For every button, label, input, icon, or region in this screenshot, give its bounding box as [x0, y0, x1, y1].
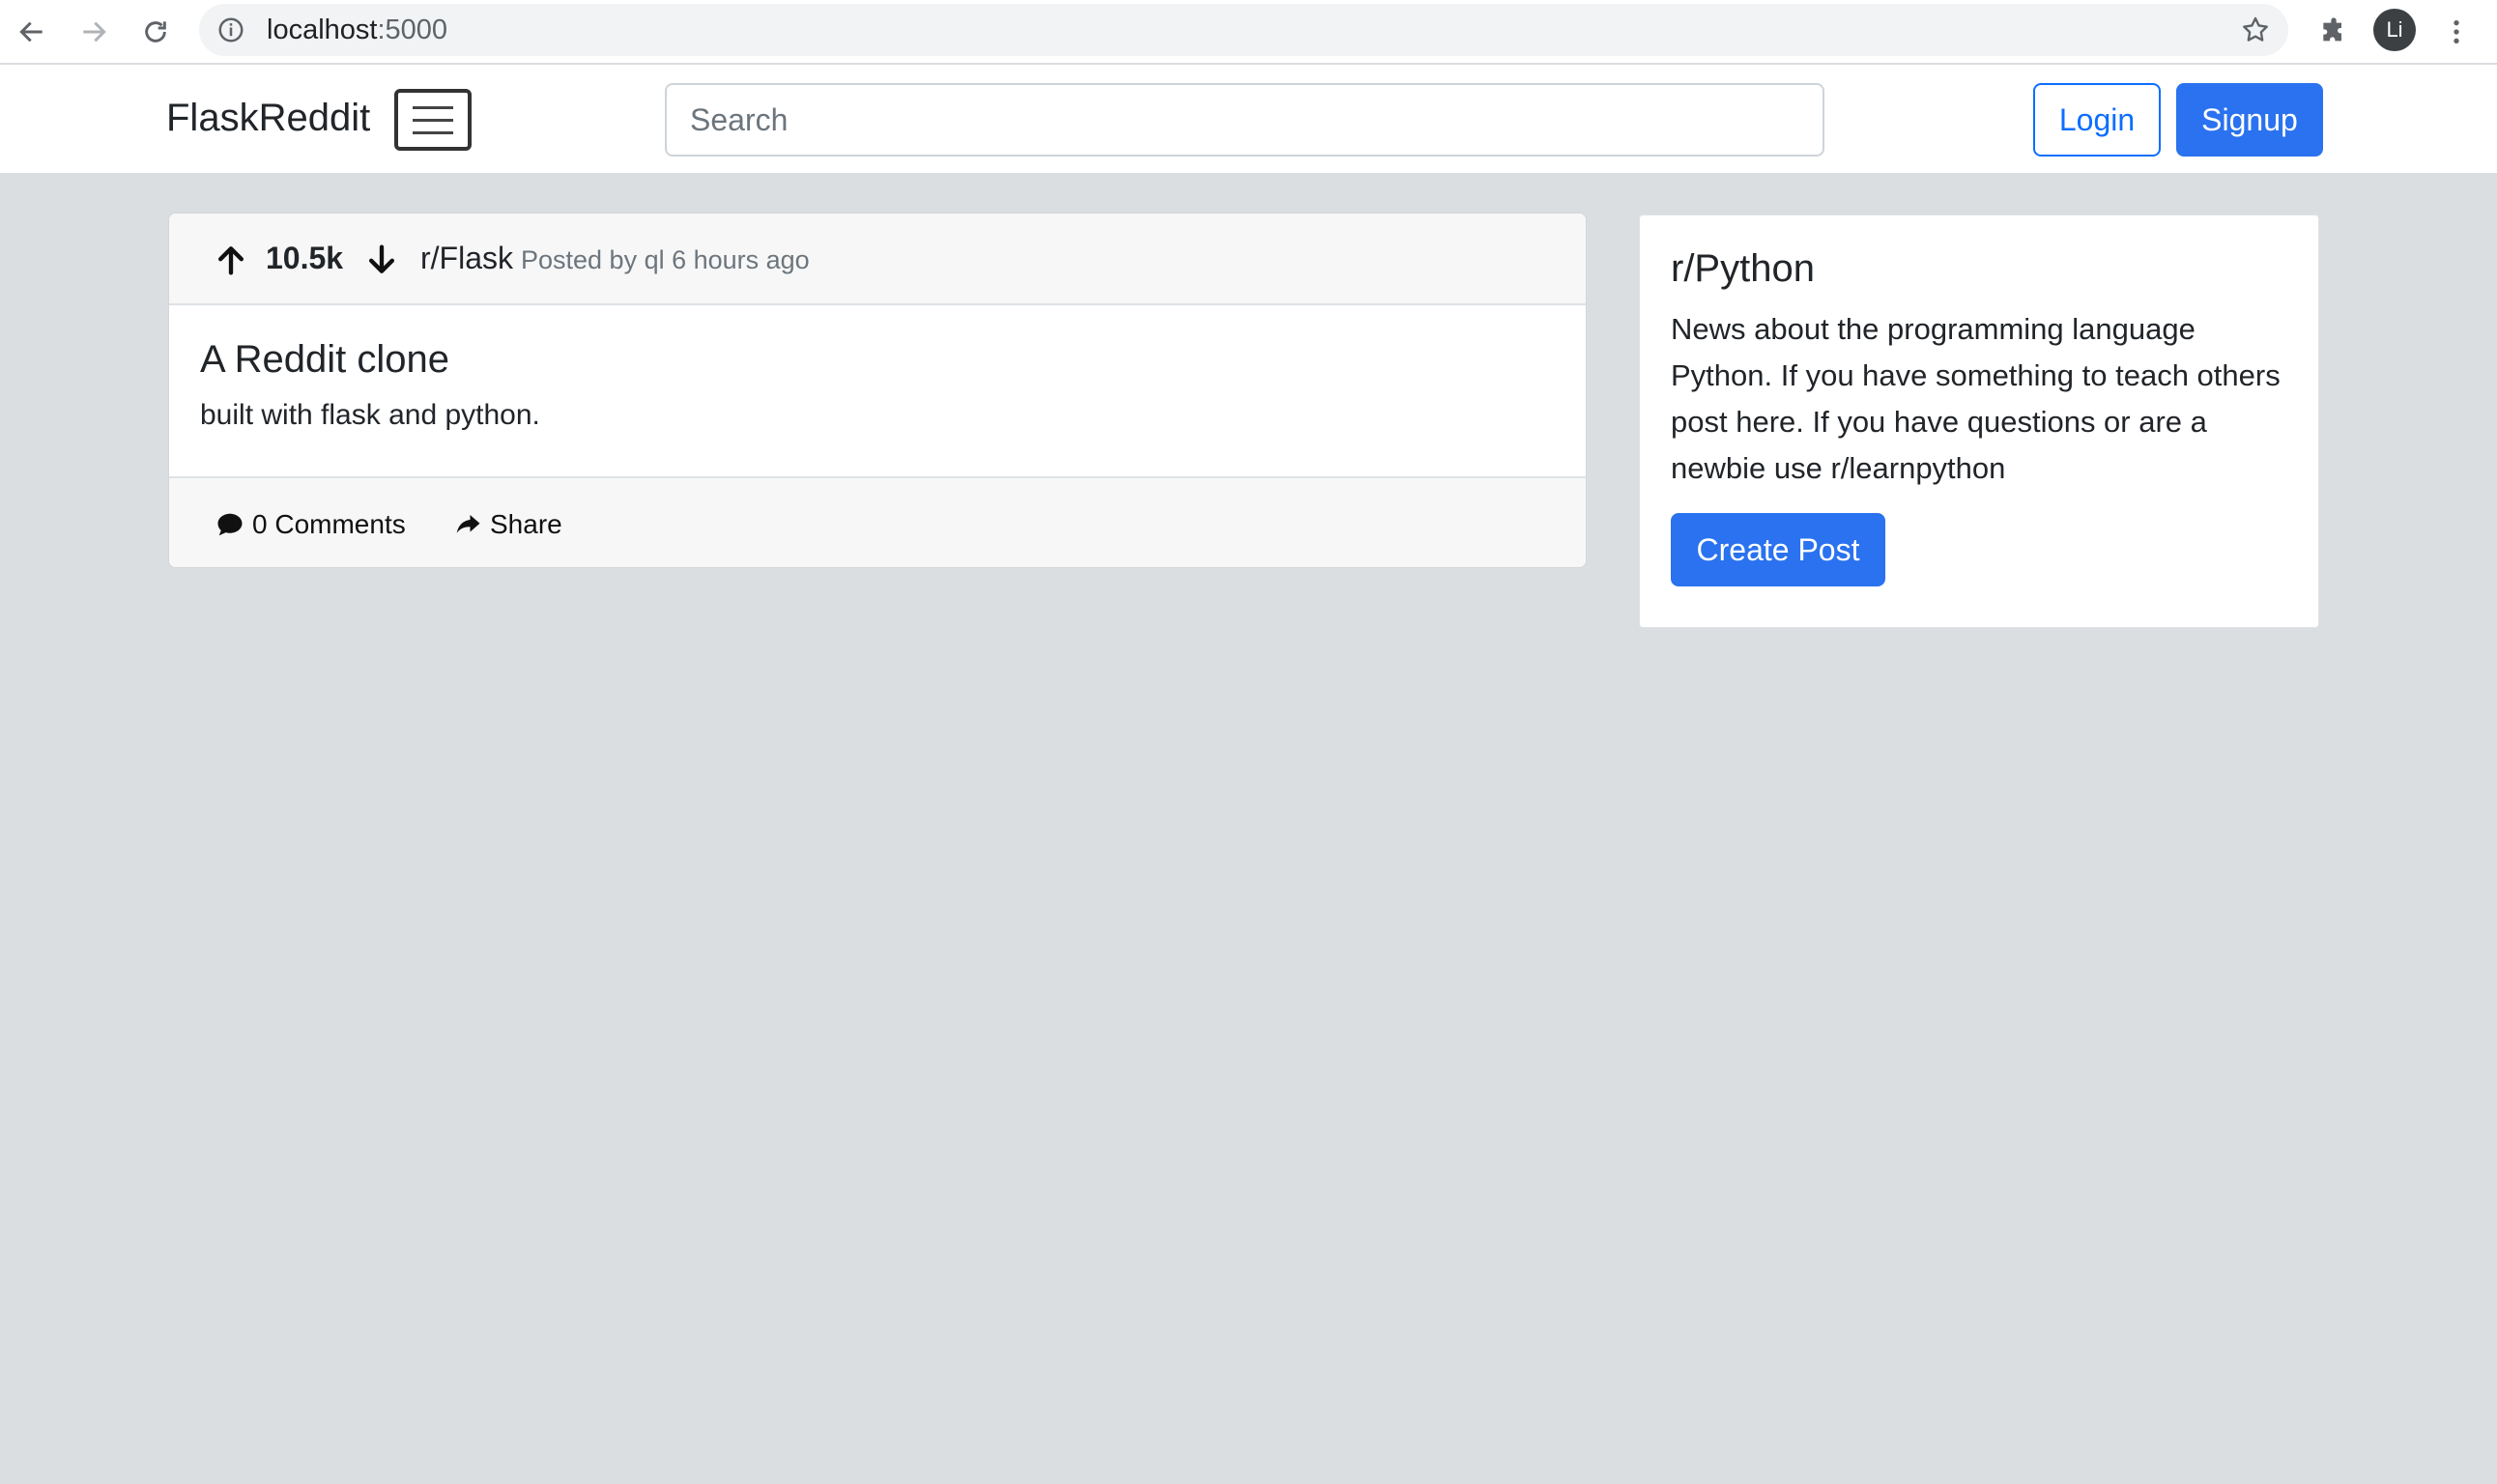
comment-bubble-icon: [217, 513, 243, 536]
downvote-arrow-icon[interactable]: [362, 241, 401, 279]
brand-logo[interactable]: FlaskReddit: [166, 94, 370, 142]
menu-toggle-button[interactable]: [394, 89, 472, 151]
create-post-button[interactable]: Create Post: [1671, 513, 1885, 586]
login-button[interactable]: Login: [2033, 83, 2161, 157]
post-body: A Reddit clone built with flask and pyth…: [200, 335, 540, 434]
url-host: localhost: [267, 14, 378, 45]
sidebar-title: r/Python: [1671, 247, 1815, 290]
hamburger-icon-line: [413, 118, 453, 122]
signup-button[interactable]: Signup: [2176, 83, 2323, 157]
upvote-arrow-icon[interactable]: [212, 241, 250, 279]
sidebar-description: News about the programming language Pyth…: [1671, 312, 2281, 485]
back-icon[interactable]: [8, 8, 56, 56]
reload-icon[interactable]: [131, 8, 180, 56]
search-input[interactable]: [665, 83, 1824, 157]
comments-button[interactable]: 0 Comments: [208, 499, 414, 550]
share-label: Share: [490, 509, 562, 539]
post-meta: Posted by ql 6 hours ago: [521, 245, 810, 274]
comments-label: 0 Comments: [252, 509, 406, 539]
browser-menu-icon[interactable]: [2432, 8, 2481, 56]
vote-count: 10.5k: [266, 241, 344, 275]
extensions-puzzle-icon[interactable]: [2310, 8, 2358, 56]
post-footer: 0 Comments Share: [169, 476, 1586, 567]
share-arrow-icon: [456, 515, 480, 533]
browser-toolbar: localhost:5000 Li: [0, 0, 2497, 64]
hamburger-icon-line: [413, 130, 453, 134]
app-navbar: FlaskReddit Login Signup: [0, 65, 2497, 173]
share-button[interactable]: Share: [445, 499, 570, 550]
address-url: localhost:5000: [267, 15, 447, 44]
post-title[interactable]: A Reddit clone: [200, 335, 540, 384]
post-header: 10.5k r/Flask Posted by ql 6 hours ago: [169, 214, 1586, 305]
subreddit-link[interactable]: r/Flask: [420, 239, 513, 277]
hamburger-icon-line: [413, 105, 453, 109]
url-port: :5000: [377, 14, 448, 45]
bookmark-star-icon[interactable]: [2240, 14, 2271, 45]
forward-icon[interactable]: [70, 8, 118, 56]
post-card: 10.5k r/Flask Posted by ql 6 hours ago A…: [168, 213, 1587, 568]
post-text: built with flask and python.: [200, 399, 540, 431]
address-bar[interactable]: localhost:5000: [199, 4, 2288, 56]
subreddit-sidebar: r/Python News about the programming lang…: [1639, 214, 2319, 628]
profile-avatar[interactable]: Li: [2373, 9, 2416, 51]
info-icon[interactable]: [216, 15, 245, 44]
